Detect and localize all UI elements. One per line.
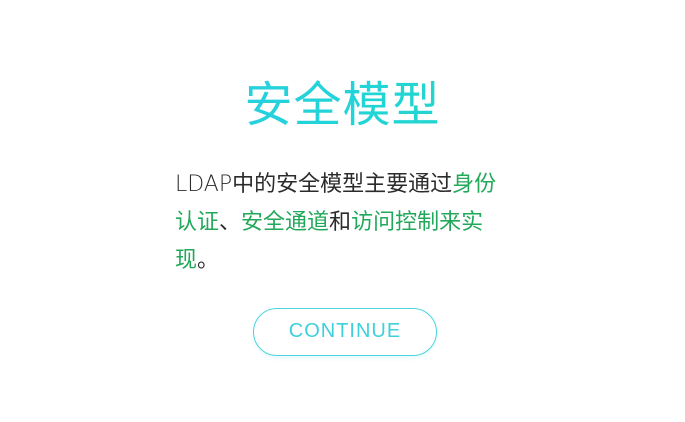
lesson-card: 安全模型 LDAP中的安全模型主要通过身份认证、安全通道和访问控制来实现。 CO… (0, 0, 685, 422)
page-title: 安全模型 (0, 74, 685, 136)
separator: 、 (219, 210, 242, 235)
conjunction: 和 (329, 210, 352, 235)
description-text-lai: 来 (439, 210, 462, 235)
continue-button[interactable]: CONTINUE (253, 308, 437, 356)
description-paragraph: LDAP中的安全模型主要通过身份认证、安全通道和访问控制来实现。 (175, 166, 515, 280)
term-secure-channel: 安全通道 (241, 210, 330, 235)
term-access-control: 访问控制 (351, 210, 440, 235)
description-text: LDAP中的安全模型主要通过 (175, 172, 453, 197)
period: 。 (197, 248, 220, 273)
